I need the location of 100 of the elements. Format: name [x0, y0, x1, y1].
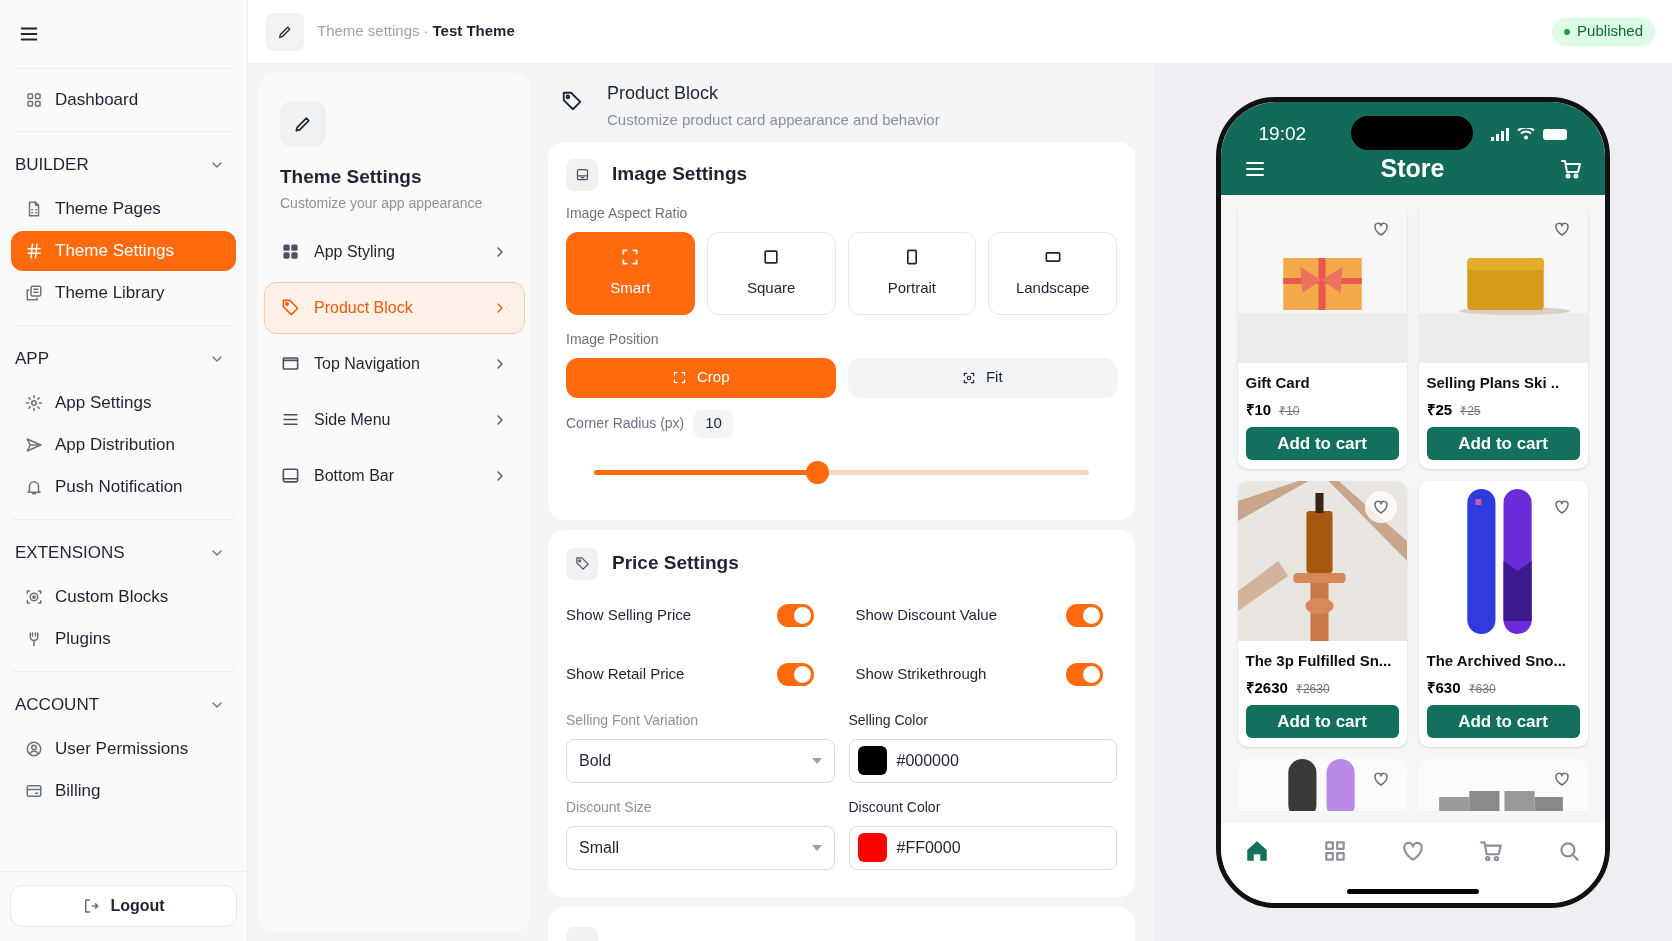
product-price: ₹2630	[1245, 677, 1288, 698]
card-title: Image Settings	[612, 162, 748, 187]
hash-icon	[25, 242, 43, 260]
original-price: ₹25	[1460, 402, 1481, 420]
value-readout: 10	[694, 409, 733, 438]
color-swatch[interactable]	[857, 746, 887, 775]
section-header[interactable]: ACCOUNT	[0, 688, 247, 722]
field-label: Image Position	[566, 329, 660, 349]
tag-icon	[561, 90, 583, 112]
color-field[interactable]: #FF0000	[848, 825, 1117, 870]
heart-icon	[1552, 498, 1571, 516]
dropdown-caret-icon	[811, 844, 822, 851]
sidebar-item[interactable]: User Permissions	[11, 729, 236, 769]
field-label: Selling Color	[848, 710, 929, 730]
original-price: ₹630	[1468, 680, 1496, 698]
aspect-option[interactable]: Portrait	[847, 231, 977, 315]
pencil-icon	[293, 114, 313, 134]
status-badge: Published	[1552, 17, 1655, 46]
expand-icon	[672, 370, 687, 385]
aspect-option[interactable]: Square	[706, 231, 836, 315]
section-icon	[566, 158, 598, 191]
panel-bottom-icon	[281, 466, 300, 485]
panel-title: Theme Settings	[280, 165, 423, 189]
logout-button[interactable]: Logout	[10, 885, 237, 927]
product-price: ₹10	[1245, 399, 1272, 420]
select-field[interactable]: Small	[566, 825, 835, 870]
section-header[interactable]: BUILDER	[0, 148, 247, 182]
toggle-label: Show Discount Value	[855, 604, 997, 625]
product-card[interactable]: Selling Plans Ski .. ₹25 ₹25 Add to cart	[1418, 203, 1588, 469]
product-name: Selling Plans Ski ..	[1426, 373, 1561, 393]
breadcrumb-separator: ·	[423, 21, 429, 42]
edit-button[interactable]	[266, 12, 304, 51]
product-card[interactable]: Gift Card ₹10 ₹10 Add to cart	[1237, 203, 1407, 469]
product-name: The Archived Sno...	[1426, 651, 1567, 671]
menu-item[interactable]: Bottom Bar	[264, 449, 525, 502]
heart-icon	[1371, 770, 1390, 788]
section-title: Product Block	[607, 82, 720, 105]
toggle-switch[interactable]	[776, 662, 814, 686]
product-card[interactable]: The Archived Sno... ₹630 ₹630 Add to cart	[1418, 481, 1588, 747]
wifi-icon	[1516, 128, 1535, 140]
toggle-label: Show Strikethrough	[855, 663, 987, 684]
color-field[interactable]: #000000	[848, 738, 1117, 783]
aspect-option[interactable]: Landscape	[988, 231, 1117, 315]
position-option[interactable]: Fit	[847, 357, 1117, 398]
target-icon	[25, 588, 43, 606]
select-field[interactable]: Bold	[566, 738, 835, 783]
product-name: Gift Card	[1245, 373, 1311, 393]
heart-icon	[1552, 220, 1571, 238]
original-price: ₹2630	[1295, 680, 1330, 698]
sidebar-item[interactable]: App Settings	[11, 383, 236, 423]
slider-thumb[interactable]	[805, 460, 829, 484]
toggle-switch[interactable]	[776, 603, 814, 627]
color-swatch[interactable]	[857, 833, 887, 862]
sidebar-item[interactable]: Theme Pages	[11, 189, 236, 229]
card-title: Price Settings	[612, 551, 739, 576]
user-circle-icon	[25, 740, 43, 758]
section-header[interactable]: EXTENSIONS	[0, 536, 247, 570]
heart-icon	[1552, 770, 1571, 788]
card-icon	[25, 782, 43, 800]
field-label: Image Aspect Ratio	[566, 203, 689, 223]
field-label: Selling Font Variation	[566, 710, 700, 730]
send-icon	[25, 436, 43, 454]
logout-icon	[82, 897, 101, 915]
menu-item[interactable]: Top Navigation	[264, 337, 525, 390]
product-price: ₹25	[1426, 399, 1453, 420]
heart-icon	[1371, 498, 1390, 516]
menu-item[interactable]: Side Menu	[264, 393, 525, 446]
battery-icon	[1542, 128, 1567, 140]
section-header[interactable]: APP	[0, 342, 247, 376]
bell-icon	[25, 478, 43, 496]
app-title: Store	[1380, 153, 1445, 185]
sidebar-item[interactable]: Custom Blocks	[11, 577, 236, 617]
heart-icon	[1371, 220, 1390, 238]
sidebar-item[interactable]: Dashboard	[11, 80, 236, 120]
toggle-switch[interactable]	[1066, 603, 1103, 627]
sidebar-item[interactable]: Theme Library	[11, 273, 236, 313]
section-icon	[566, 547, 598, 580]
toggle-label: Show Retail Price	[566, 663, 685, 684]
grid-icon	[25, 91, 43, 109]
sidebar-item[interactable]: App Distribution	[11, 425, 236, 465]
add-to-cart-button[interactable]: Add to cart	[1245, 705, 1399, 738]
add-to-cart-button[interactable]: Add to cart	[1426, 705, 1580, 738]
sidebar-item[interactable]: Push Notification	[11, 467, 236, 507]
toggle-switch[interactable]	[1066, 662, 1103, 686]
cart-icon	[1477, 838, 1504, 864]
signal-icon	[1490, 127, 1509, 141]
window-icon	[281, 354, 300, 373]
product-price: ₹630	[1426, 677, 1461, 698]
sidebar-item[interactable]: Billing	[11, 771, 236, 811]
tag-icon	[281, 298, 300, 317]
sidebar-item[interactable]: Plugins	[11, 619, 236, 659]
product-card[interactable]: The 3p Fulfilled Sn... ₹2630 ₹2630 Add to cart	[1237, 481, 1407, 747]
add-to-cart-button[interactable]: Add to cart	[1245, 427, 1399, 460]
breadcrumb-current: Test Theme	[432, 21, 515, 42]
product-name: The 3p Fulfilled Sn...	[1245, 651, 1393, 671]
field-label: Discount Color	[848, 797, 942, 817]
section-subtitle: Customize product card appearance and behavior	[607, 110, 940, 130]
status-time: 19:02	[1258, 121, 1307, 146]
add-to-cart-button[interactable]: Add to cart	[1426, 427, 1580, 460]
menu-item[interactable]: App Styling	[264, 225, 525, 278]
